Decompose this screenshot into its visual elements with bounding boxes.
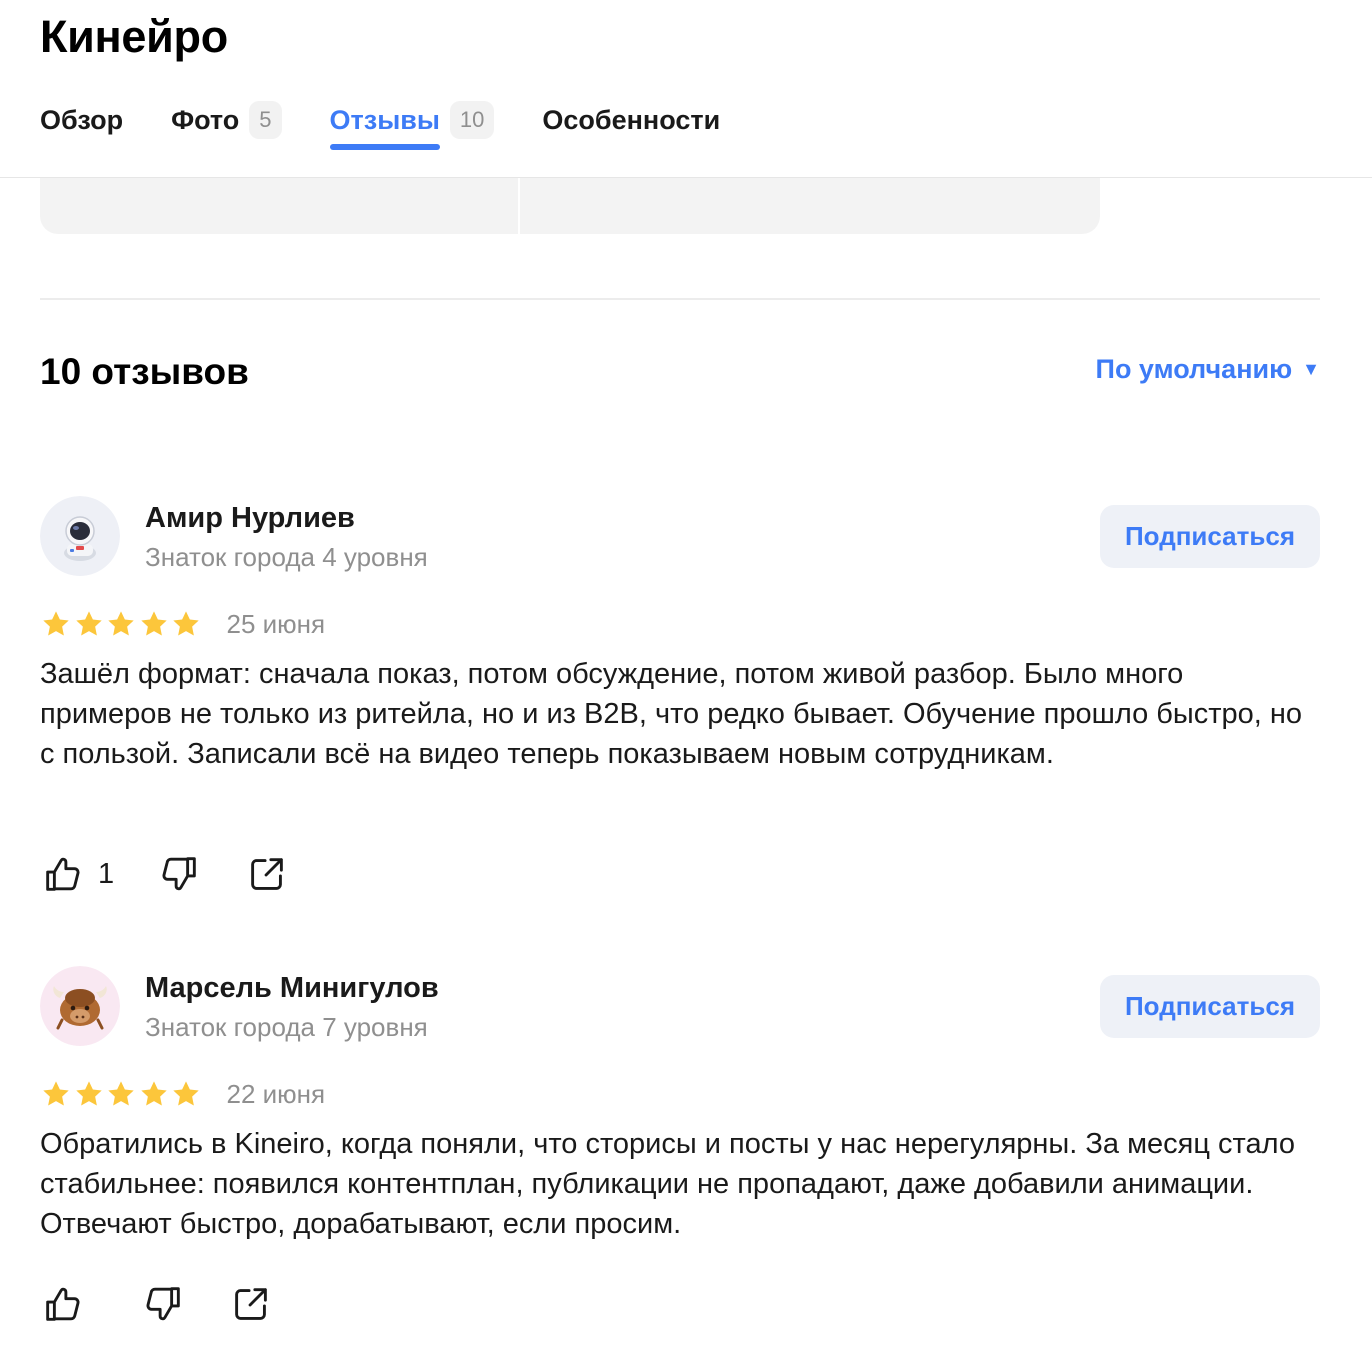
share-button[interactable] <box>228 1281 274 1327</box>
share-button[interactable] <box>244 851 290 897</box>
thumbs-up-icon <box>46 1287 80 1321</box>
rating-row: 22 июня <box>40 1076 325 1112</box>
thumbs-up-icon <box>46 857 80 891</box>
star-rating <box>40 608 203 640</box>
like-button[interactable]: 1 <box>40 851 114 897</box>
subscribe-button[interactable]: Подписаться <box>1100 505 1320 568</box>
tab-label: Отзывы <box>329 104 440 135</box>
thumbs-down-icon <box>146 1287 180 1321</box>
tab-photos[interactable]: Фото 5 <box>171 97 282 143</box>
yak-icon <box>40 966 120 1046</box>
star-icon <box>140 1081 167 1106</box>
tab-label: Фото <box>171 104 240 135</box>
tab-label: Особенности <box>542 104 721 135</box>
active-tab-indicator <box>329 143 440 150</box>
share-icon <box>235 1288 267 1320</box>
subscribe-button[interactable]: Подписаться <box>1100 975 1320 1038</box>
avatar[interactable] <box>40 966 120 1046</box>
share-icon <box>251 858 283 890</box>
review-actions: 1 <box>40 850 290 898</box>
page: Кинейро Обзор Фото 5 Отзывы 10 Особеннос… <box>0 0 1372 1350</box>
reviews-count-heading: 10 отзывов <box>40 351 249 392</box>
review-date: 22 июня <box>226 1078 326 1109</box>
caret-down-icon: ▼ <box>1302 359 1320 379</box>
dislike-button[interactable] <box>156 851 202 897</box>
org-title: Кинейро <box>40 11 228 62</box>
star-rating <box>40 1078 203 1110</box>
dislike-button[interactable] <box>140 1281 186 1327</box>
tab-reviews[interactable]: Отзывы 10 <box>329 97 495 150</box>
star-icon <box>108 1081 134 1106</box>
tab-label-wrap: Отзывы <box>329 104 440 150</box>
tab-label: Обзор <box>40 104 124 135</box>
like-count: 1 <box>98 857 115 890</box>
tab-overview[interactable]: Обзор <box>40 97 123 143</box>
star-icon <box>173 1081 199 1106</box>
tab-features[interactable]: Особенности <box>542 97 720 143</box>
star-icon <box>173 611 199 636</box>
avatar[interactable] <box>40 496 120 576</box>
thumbs-down-icon <box>162 857 196 891</box>
tab-bar: Обзор Фото 5 Отзывы 10 Особенности <box>40 97 768 150</box>
sort-dropdown[interactable]: По умолчанию ▼ <box>1096 354 1320 385</box>
review-card: Марсель Минигулов Знаток города 7 уровня… <box>40 966 1320 1350</box>
tab-count-badge: 5 <box>249 101 282 139</box>
review-text: Обратились в Kineiro, когда поняли, что … <box>40 1128 1295 1240</box>
author-level: Знаток города 7 уровня <box>145 1012 428 1042</box>
review-date: 25 июня <box>226 608 326 639</box>
review-actions <box>40 1280 274 1328</box>
star-icon <box>140 611 167 636</box>
star-icon <box>43 611 69 636</box>
star-icon <box>108 611 134 636</box>
author-name[interactable]: Амир Нурлиев <box>145 500 355 536</box>
sort-label: По умолчанию <box>1095 354 1293 384</box>
astronaut-icon <box>40 496 120 576</box>
tab-count-badge: 10 <box>449 101 495 139</box>
star-icon <box>75 1081 102 1106</box>
review-text: Зашёл формат: сначала показ, потом обсуж… <box>40 658 1303 770</box>
like-button[interactable] <box>40 1281 98 1327</box>
rating-row: 25 июня <box>40 606 325 642</box>
org-header: Кинейро Обзор Фото 5 Отзывы 10 Особеннос… <box>0 0 1372 178</box>
author-name[interactable]: Марсель Минигулов <box>145 970 439 1006</box>
author-level: Знаток города 4 уровня <box>145 542 428 572</box>
section-divider <box>40 298 1320 300</box>
star-icon <box>75 611 102 636</box>
star-icon <box>43 1081 69 1106</box>
review-card: Амир Нурлиев Знаток города 4 уровня Подп… <box>40 496 1320 916</box>
